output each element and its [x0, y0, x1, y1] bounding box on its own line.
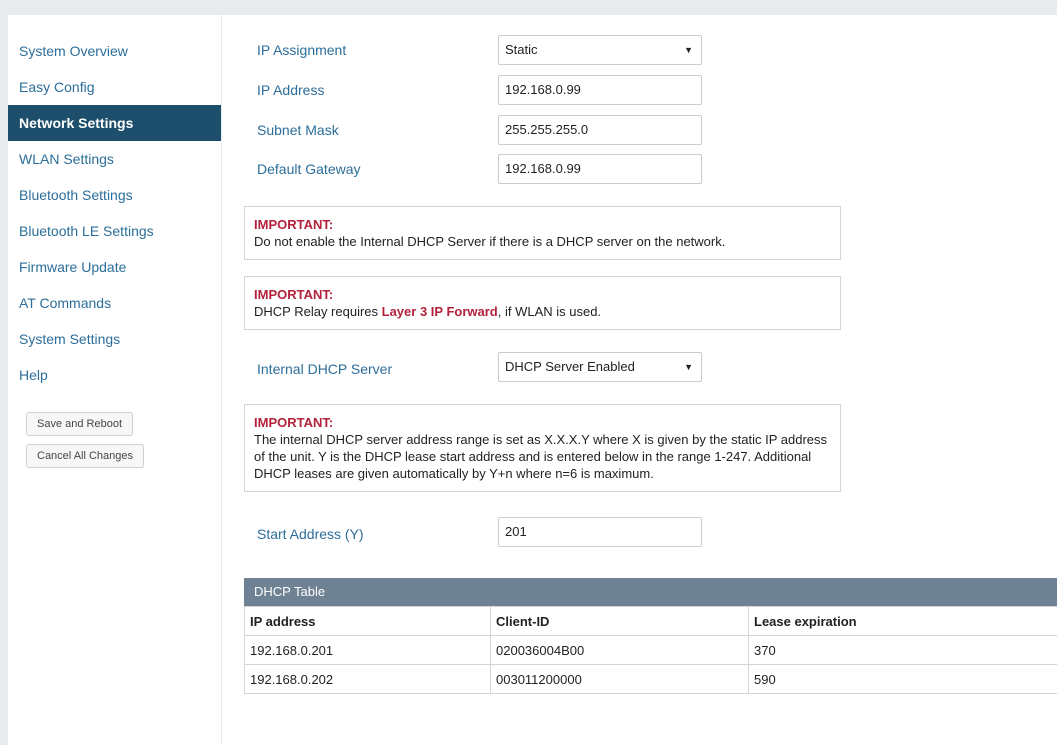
layer3-forward-highlight: Layer 3 IP Forward	[381, 304, 498, 319]
dhcp-server-label: Internal DHCP Server	[257, 361, 393, 377]
default-gateway-input[interactable]: 192.168.0.99	[498, 154, 702, 184]
subnet-mask-label: Subnet Mask	[257, 122, 339, 138]
sidebar: System Overview Easy Config Network Sett…	[8, 15, 221, 745]
default-gateway-row: Default Gateway 192.168.0.99	[257, 154, 857, 184]
table-cell: 590	[748, 664, 1057, 694]
default-gateway-label: Default Gateway	[257, 161, 361, 177]
sidebar-item-system-overview[interactable]: System Overview	[8, 33, 221, 69]
note-text-pre: DHCP Relay requires	[254, 304, 382, 319]
ip-assignment-row: IP Assignment Static ▼	[257, 35, 857, 65]
start-address-input[interactable]: 201	[498, 517, 702, 547]
important-label: IMPORTANT:	[254, 415, 334, 430]
note-text: Do not enable the Internal DHCP Server i…	[254, 234, 726, 249]
dhcp-server-value: DHCP Server Enabled	[505, 359, 635, 374]
main-panel: IP Assignment Static ▼ IP Address 192.16…	[222, 15, 1057, 745]
dhcp-table-title: DHCP Table	[244, 578, 1057, 606]
table-row: 192.168.0.202 003011200000 590	[244, 664, 1057, 694]
column-header-client-id: Client-ID	[490, 606, 749, 636]
important-label: IMPORTANT:	[254, 287, 334, 302]
ip-assignment-select[interactable]: Static ▼	[498, 35, 702, 65]
ip-assignment-value: Static	[505, 42, 538, 57]
sidebar-item-bluetooth-settings[interactable]: Bluetooth Settings	[8, 177, 221, 213]
subnet-mask-input[interactable]: 255.255.255.0	[498, 115, 702, 145]
sidebar-item-firmware-update[interactable]: Firmware Update	[8, 249, 221, 285]
save-and-reboot-button[interactable]: Save and Reboot	[26, 412, 134, 436]
table-cell: 370	[748, 635, 1057, 665]
table-row: 192.168.0.201 020036004B00 370	[244, 635, 1057, 665]
ip-address-input[interactable]: 192.168.0.99	[498, 75, 702, 105]
chevron-down-icon: ▼	[684, 45, 693, 55]
table-header-row: IP address Client-ID Lease expiration	[244, 606, 1057, 636]
table-cell: 020036004B00	[490, 635, 749, 665]
sidebar-item-at-commands[interactable]: AT Commands	[8, 285, 221, 321]
cancel-all-changes-button[interactable]: Cancel All Changes	[26, 444, 145, 468]
ip-address-row: IP Address 192.168.0.99	[257, 75, 857, 105]
ip-address-label: IP Address	[257, 82, 325, 98]
sidebar-item-system-settings[interactable]: System Settings	[8, 321, 221, 357]
note-text: The internal DHCP server address range i…	[254, 432, 827, 481]
table-cell: 003011200000	[490, 664, 749, 694]
subnet-mask-row: Subnet Mask 255.255.255.0	[257, 115, 857, 145]
table-cell: 192.168.0.202	[244, 664, 491, 694]
chevron-down-icon: ▼	[684, 362, 693, 372]
dhcp-range-note: IMPORTANT: The internal DHCP server addr…	[244, 404, 841, 492]
important-label: IMPORTANT:	[254, 217, 334, 232]
dhcp-server-select[interactable]: DHCP Server Enabled ▼	[498, 352, 702, 382]
dhcp-server-warning-note: IMPORTANT: Do not enable the Internal DH…	[244, 206, 841, 260]
sidebar-item-bluetooth-le-settings[interactable]: Bluetooth LE Settings	[8, 213, 221, 249]
column-header-ip-address: IP address	[244, 606, 491, 636]
sidebar-item-easy-config[interactable]: Easy Config	[8, 69, 221, 105]
dhcp-server-row: Internal DHCP Server DHCP Server Enabled…	[257, 352, 857, 382]
start-address-row: Start Address (Y) 201	[257, 517, 857, 547]
dhcp-table: DHCP Table IP address Client-ID Lease ex…	[244, 578, 1057, 694]
sidebar-item-wlan-settings[interactable]: WLAN Settings	[8, 141, 221, 177]
start-address-label: Start Address (Y)	[257, 526, 364, 542]
table-cell: 192.168.0.201	[244, 635, 491, 665]
sidebar-item-network-settings[interactable]: Network Settings	[8, 105, 221, 141]
ip-assignment-label: IP Assignment	[257, 42, 347, 58]
note-text-post: , if WLAN is used.	[497, 304, 602, 319]
sidebar-nav: System Overview Easy Config Network Sett…	[8, 33, 221, 393]
dhcp-table-grid: IP address Client-ID Lease expiration 19…	[244, 606, 1057, 694]
dhcp-relay-note: IMPORTANT: DHCP Relay requires Layer 3 I…	[244, 276, 841, 330]
sidebar-item-help[interactable]: Help	[8, 357, 221, 393]
column-header-lease-expiration: Lease expiration	[748, 606, 1057, 636]
